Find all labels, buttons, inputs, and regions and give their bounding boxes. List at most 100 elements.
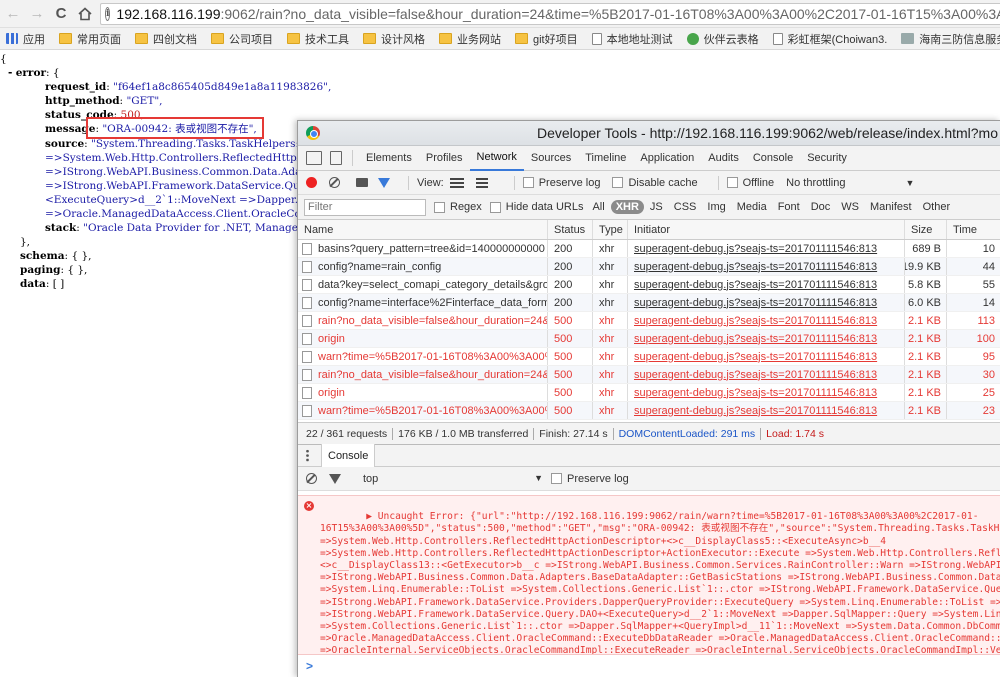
table-row[interactable]: warn?time=%5B2017-01-16T08%3A00%3A00%...… xyxy=(298,348,1000,366)
tab-console-drawer[interactable]: Console xyxy=(321,444,376,467)
collapse-toggle[interactable]: - xyxy=(8,67,12,79)
reload-icon[interactable]: C xyxy=(50,3,72,25)
console-preserve-log-checkbox[interactable]: Preserve log xyxy=(551,473,629,485)
tab-sources[interactable]: Sources xyxy=(524,146,578,171)
checkbox-icon[interactable] xyxy=(551,473,562,484)
hide-data-urls-checkbox[interactable]: Hide data URLs xyxy=(489,201,583,213)
filter-type-css[interactable]: CSS xyxy=(669,200,702,214)
forward-arrow-icon[interactable]: → xyxy=(26,3,48,25)
col-initiator[interactable]: Initiator xyxy=(628,220,905,239)
request-name: warn?time=%5B2017-01-16T08%3A00%3A00%... xyxy=(318,404,548,417)
col-time[interactable]: Time xyxy=(947,220,1000,239)
cell-initiator[interactable]: superagent-debug.js?seajs-ts=20170111154… xyxy=(628,276,905,293)
bookmark-item[interactable]: 技术工具 xyxy=(287,31,349,47)
url-bar[interactable]: i 192.168.116.199:9062/rain?no_data_visi… xyxy=(100,3,1000,25)
table-row[interactable]: warn?time=%5B2017-01-16T08%3A00%3A00%...… xyxy=(298,402,1000,420)
table-row[interactable]: origin 500 xhr superagent-debug.js?seajs-ts… xyxy=(298,384,1000,402)
cell-initiator[interactable]: superagent-debug.js?seajs-ts=20170111154… xyxy=(628,384,905,401)
cell-initiator[interactable]: superagent-debug.js?seajs-ts=20170111154… xyxy=(628,330,905,347)
console-prompt[interactable]: > xyxy=(306,659,313,673)
back-arrow-icon[interactable]: ← xyxy=(2,3,24,25)
console-filter-icon[interactable] xyxy=(329,473,341,484)
cell-initiator[interactable]: superagent-debug.js?seajs-ts=20170111154… xyxy=(628,240,905,257)
tab-timeline[interactable]: Timeline xyxy=(578,146,633,171)
checkbox-icon[interactable] xyxy=(612,177,624,188)
throttling-select[interactable]: No throttling ▼ xyxy=(786,177,914,189)
bookmark-item[interactable]: 设计风格 xyxy=(363,31,425,47)
filter-type-img[interactable]: Img xyxy=(702,200,730,214)
cell-initiator[interactable]: superagent-debug.js?seajs-ts=20170111154… xyxy=(628,312,905,329)
tab-audits[interactable]: Audits xyxy=(701,146,746,171)
filter-type-doc[interactable]: Doc xyxy=(806,200,836,214)
bookmark-item[interactable]: 公司项目 xyxy=(211,31,273,47)
tab-application[interactable]: Application xyxy=(633,146,701,171)
bookmark-item[interactable]: 彩虹框架(Choiwan3. xyxy=(772,31,887,47)
info-icon[interactable]: i xyxy=(105,7,111,21)
table-row[interactable]: basins?query_pattern=tree&id=14000000000… xyxy=(298,240,1000,258)
checkbox-icon[interactable] xyxy=(434,201,445,213)
device-toolbar-icon[interactable] xyxy=(330,151,342,165)
col-type[interactable]: Type xyxy=(593,220,628,239)
filter-input[interactable] xyxy=(304,198,426,216)
filter-type-other[interactable]: Other xyxy=(918,200,956,214)
file-icon xyxy=(302,404,312,417)
filter-type-xhr[interactable]: XHR xyxy=(610,200,644,214)
checkbox-icon[interactable] xyxy=(726,177,738,188)
bookmark-item[interactable]: git好项目 xyxy=(515,31,578,47)
table-row[interactable]: data?key=select_comapi_category_details&… xyxy=(298,276,1000,294)
bookmark-item[interactable]: 常用页面 xyxy=(59,31,121,47)
checkbox-icon[interactable] xyxy=(522,177,534,188)
tab-security[interactable]: Security xyxy=(800,146,854,171)
folder-icon xyxy=(211,33,224,44)
cell-initiator[interactable]: superagent-debug.js?seajs-ts=20170111154… xyxy=(628,366,905,383)
table-row[interactable]: origin 500 xhr superagent-debug.js?seajs-ts… xyxy=(298,330,1000,348)
overview-icon[interactable] xyxy=(475,177,488,188)
offline-checkbox[interactable]: Offline xyxy=(726,177,774,189)
home-icon[interactable] xyxy=(74,3,96,25)
cell-initiator[interactable]: superagent-debug.js?seajs-ts=20170111154… xyxy=(628,348,905,365)
tab-console[interactable]: Console xyxy=(746,146,800,171)
bookmark-item[interactable]: 业务网站 xyxy=(439,31,501,47)
bookmark-item[interactable]: 四创文档 xyxy=(135,31,197,47)
regex-checkbox[interactable]: Regex xyxy=(434,201,482,213)
filter-type-media[interactable]: Media xyxy=(732,200,772,214)
record-icon[interactable] xyxy=(306,177,317,188)
filter-type-font[interactable]: Font xyxy=(773,200,805,214)
checkbox-icon[interactable] xyxy=(489,201,501,213)
table-row[interactable]: rain?no_data_visible=false&hour_duration… xyxy=(298,312,1000,330)
cell-initiator[interactable]: superagent-debug.js?seajs-ts=20170111154… xyxy=(628,258,905,275)
cell-name: origin xyxy=(298,330,548,347)
preserve-log-checkbox[interactable]: Preserve log xyxy=(522,177,600,189)
bookmark-item[interactable]: 本地地址测试 xyxy=(591,31,673,47)
cell-name: data?key=select_comapi_category_details&… xyxy=(298,276,548,293)
filter-type-ws[interactable]: WS xyxy=(836,200,864,214)
filter-type-manifest[interactable]: Manifest xyxy=(865,200,917,214)
col-name[interactable]: Name xyxy=(298,220,548,239)
console-error-message[interactable]: × ▶ Uncaught Error: {"url":"http://192.16… xyxy=(298,495,1000,655)
cell-type: xhr xyxy=(593,312,628,329)
cell-initiator[interactable]: superagent-debug.js?seajs-ts=20170111154… xyxy=(628,294,905,311)
col-size[interactable]: Size xyxy=(905,220,947,239)
context-select[interactable]: top ▼ xyxy=(363,473,543,485)
bookmark-item[interactable]: 海南三防信息服务网 xyxy=(901,31,1000,47)
table-row[interactable]: config?name=interface%2Finterface_data_f… xyxy=(298,294,1000,312)
more-options-icon[interactable] xyxy=(306,449,309,462)
bookmark-item[interactable]: 应用 xyxy=(6,31,45,47)
filter-type-js[interactable]: JS xyxy=(645,200,668,214)
capture-screenshots-icon[interactable] xyxy=(356,178,368,187)
bookmark-item[interactable]: 伙伴云表格 xyxy=(686,31,759,47)
filter-icon[interactable] xyxy=(378,177,390,188)
large-rows-icon[interactable] xyxy=(449,177,464,188)
tab-network[interactable]: Network xyxy=(469,146,524,171)
tab-profiles[interactable]: Profiles xyxy=(419,146,470,171)
col-status[interactable]: Status xyxy=(548,220,593,239)
disable-cache-checkbox[interactable]: Disable cache xyxy=(612,177,698,189)
clear-icon[interactable] xyxy=(329,177,340,188)
filter-type-all[interactable]: All xyxy=(587,200,609,214)
clear-console-icon[interactable] xyxy=(306,473,317,484)
table-row[interactable]: rain?no_data_visible=false&hour_duration… xyxy=(298,366,1000,384)
tab-elements[interactable]: Elements xyxy=(359,146,419,171)
table-row[interactable]: config?name=rain_config 200 xhr superagent-… xyxy=(298,258,1000,276)
inspect-element-icon[interactable] xyxy=(306,151,322,165)
cell-initiator[interactable]: superagent-debug.js?seajs-ts=20170111154… xyxy=(628,402,905,419)
